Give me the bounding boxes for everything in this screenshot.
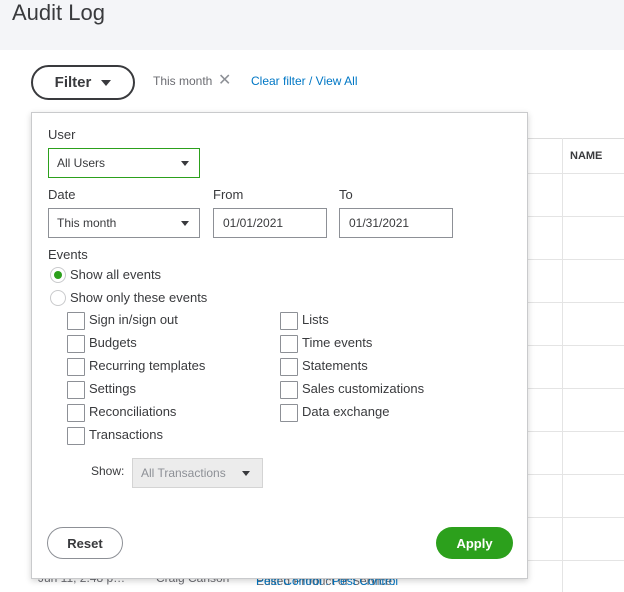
event-checkbox-budgets[interactable] bbox=[67, 335, 85, 353]
event-checkbox-transactions[interactable] bbox=[67, 427, 85, 445]
event-label-sales-customizations[interactable]: Sales customizations bbox=[302, 381, 424, 396]
event-label-time-events[interactable]: Time events bbox=[302, 335, 372, 350]
show-label: Show: bbox=[91, 464, 125, 478]
from-label: From bbox=[213, 187, 244, 202]
filter-button[interactable]: Filter bbox=[31, 65, 135, 100]
events-label: Events bbox=[48, 247, 88, 262]
page-header: Audit Log bbox=[0, 0, 624, 50]
event-label-lists[interactable]: Lists bbox=[302, 312, 329, 327]
table-row bbox=[527, 173, 624, 174]
event-checkbox-sales-customizations[interactable] bbox=[280, 381, 298, 399]
event-checkbox-data-exchange[interactable] bbox=[280, 404, 298, 422]
caret-down-icon bbox=[101, 79, 112, 86]
event-checkbox-recurring-templates[interactable] bbox=[67, 358, 85, 376]
event-label-statements[interactable]: Statements bbox=[302, 358, 368, 373]
to-label: To bbox=[339, 187, 353, 202]
caret-down-icon bbox=[181, 221, 189, 226]
user-select[interactable]: All Users bbox=[48, 148, 200, 178]
table-row bbox=[527, 302, 624, 303]
from-date-input[interactable]: 01/01/2021 bbox=[213, 208, 327, 238]
to-date-value: 01/31/2021 bbox=[349, 216, 410, 230]
caret-down-icon bbox=[242, 471, 250, 476]
clear-filter-link[interactable]: Clear filter / View All bbox=[251, 74, 357, 88]
apply-button[interactable]: Apply bbox=[436, 527, 513, 559]
user-select-value: All Users bbox=[57, 156, 106, 170]
show-only-events-label[interactable]: Show only these events bbox=[70, 290, 207, 305]
table-row bbox=[527, 345, 624, 346]
table-row bbox=[527, 431, 624, 432]
user-label: User bbox=[48, 127, 76, 142]
event-label-data-exchange[interactable]: Data exchange bbox=[302, 404, 389, 419]
show-all-events-radio[interactable] bbox=[50, 267, 66, 283]
date-select-value: This month bbox=[57, 216, 117, 230]
event-checkbox-statements[interactable] bbox=[280, 358, 298, 376]
to-date-input[interactable]: 01/31/2021 bbox=[339, 208, 453, 238]
name-column-header[interactable]: NAME bbox=[570, 150, 602, 162]
event-label-reconciliations[interactable]: Reconciliations bbox=[89, 404, 176, 419]
event-checkbox-reconciliations[interactable] bbox=[67, 404, 85, 422]
show-only-events-radio[interactable] bbox=[50, 290, 66, 306]
close-icon[interactable]: ✕ bbox=[218, 70, 231, 90]
table-row bbox=[527, 517, 624, 518]
table-row bbox=[527, 259, 624, 260]
filter-panel: User All Users Date This month From 01/0… bbox=[31, 112, 528, 579]
event-checkbox-lists[interactable] bbox=[280, 312, 298, 330]
date-label: Date bbox=[48, 187, 76, 202]
name-column bbox=[562, 138, 624, 592]
show-select-value: All Transactions bbox=[141, 466, 226, 480]
table-row bbox=[527, 560, 624, 561]
table-row bbox=[527, 388, 624, 389]
event-label-recurring-templates[interactable]: Recurring templates bbox=[89, 358, 205, 373]
event-checkbox-settings[interactable] bbox=[67, 381, 85, 399]
event-checkbox-time-events[interactable] bbox=[280, 335, 298, 353]
caret-down-icon bbox=[181, 161, 189, 166]
from-date-value: 01/01/2021 bbox=[223, 216, 284, 230]
page-title: Audit Log bbox=[12, 0, 105, 25]
date-select[interactable]: This month bbox=[48, 208, 200, 238]
table-row bbox=[527, 216, 624, 217]
table-row bbox=[527, 474, 624, 475]
active-filter-chip: This month bbox=[153, 74, 213, 88]
event-checkbox-sign-in[interactable] bbox=[67, 312, 85, 330]
show-transactions-select[interactable]: All Transactions bbox=[132, 458, 263, 488]
filter-button-label: Filter bbox=[54, 74, 92, 91]
event-label-transactions[interactable]: Transactions bbox=[89, 427, 163, 442]
event-label-settings[interactable]: Settings bbox=[89, 381, 136, 396]
event-label-budgets[interactable]: Budgets bbox=[89, 335, 137, 350]
reset-button[interactable]: Reset bbox=[47, 527, 123, 559]
show-all-events-label[interactable]: Show all events bbox=[70, 267, 161, 282]
event-label-sign-in[interactable]: Sign in/sign out bbox=[89, 312, 178, 327]
